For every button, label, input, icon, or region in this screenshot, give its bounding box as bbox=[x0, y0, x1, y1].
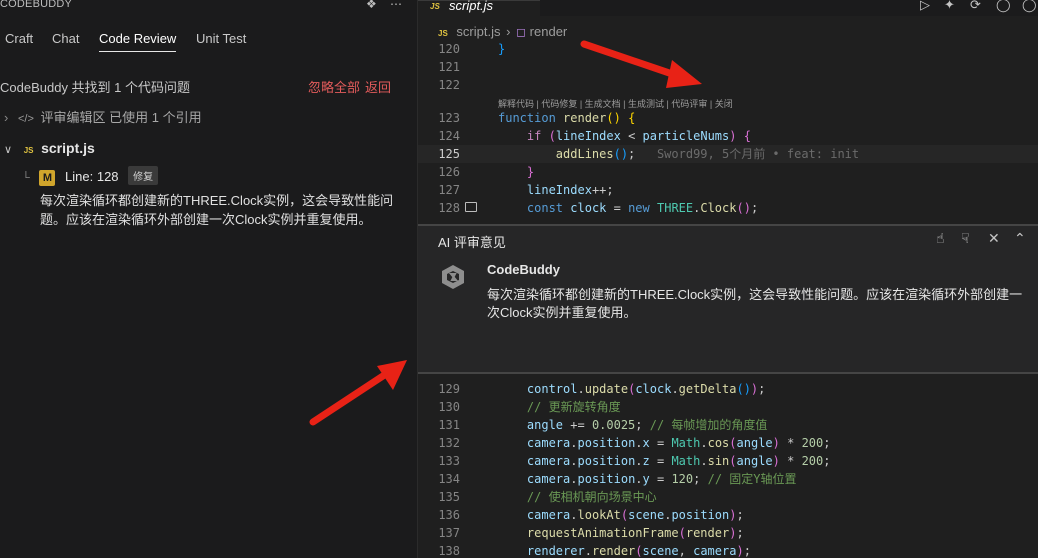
review-title: AI 评审意见 bbox=[438, 235, 506, 250]
annotation-arrow-top bbox=[580, 40, 702, 88]
more-icon[interactable]: ⋯ bbox=[390, 0, 402, 11]
breadcrumb-symbol[interactable]: render bbox=[530, 24, 568, 39]
editor-tab-bar: JS script.js ▷ ✦ ⟳ ◯ ◯ bbox=[418, 0, 1038, 16]
issue-description: 每次渲染循环都创建新的THREE.Clock实例，这会导致性能问题。应该在渲染循… bbox=[40, 193, 394, 227]
codebuddy-icon[interactable]: ✦ bbox=[944, 0, 955, 13]
codelens-actions[interactable]: 解释代码 | 代码修复 | 生成文档 | 生成测试 | 代码评审 | 关闭 bbox=[498, 97, 733, 110]
git-blame: Sword99, 5个月前 • feat: init bbox=[656, 147, 860, 161]
code-line: 121 bbox=[438, 60, 460, 74]
code-line: 123 function render() { bbox=[438, 111, 636, 125]
code-icon: </> bbox=[17, 113, 34, 125]
panel-title: CODEBUDDY bbox=[0, 0, 73, 10]
code-line: 127 lineIndex++; bbox=[438, 183, 614, 197]
code-line: 126 } bbox=[438, 165, 535, 179]
close-icon[interactable]: ✕ bbox=[988, 230, 1000, 247]
file-name: script.js bbox=[41, 140, 95, 156]
tab-bar: Craft Chat Code Review Unit Test bbox=[0, 28, 418, 54]
review-message: 每次渲染循环都创建新的THREE.Clock实例，这会导致性能问题。应该在渲染循… bbox=[487, 287, 1023, 320]
code-line: 129 control.update(clock.getDelta()); bbox=[438, 382, 766, 396]
codebuddy-panel: CODEBUDDY ❖ ⋯ Craft Chat Code Review Uni… bbox=[0, 0, 418, 558]
chevron-down-icon: ∨ bbox=[4, 144, 13, 156]
tab-chat[interactable]: Chat bbox=[52, 28, 79, 52]
ai-review-widget: AI 评审意见 ☝ ☟ ✕ ⌃ CodeBuddy 每次渲染循环都创建新的THR… bbox=[418, 224, 1038, 374]
editor: JS script.js ▷ ✦ ⟳ ◯ ◯ JS script.js › ◻ … bbox=[418, 0, 1038, 558]
compare-icon[interactable]: ◯ bbox=[996, 0, 1011, 13]
split-icon[interactable]: ◯ bbox=[1022, 0, 1037, 13]
tree-branch-icon: └ bbox=[22, 172, 30, 184]
fix-button[interactable]: 修复 bbox=[128, 166, 159, 185]
tab-code-review[interactable]: Code Review bbox=[99, 28, 177, 52]
cube-icon: ◻ bbox=[516, 25, 527, 39]
editor-tab-label: script.js bbox=[449, 0, 494, 13]
code-line: 138 renderer.render(scene, camera); bbox=[438, 544, 751, 558]
reference-row[interactable]: › </> 评审编辑区 已使用 1 个引用 bbox=[4, 107, 202, 126]
code-line: 128 const clock = new THREE.Clock(); bbox=[438, 201, 759, 215]
code-line: 133 camera.position.z = Math.sin(angle) … bbox=[438, 454, 831, 468]
comment-icon[interactable] bbox=[465, 202, 477, 212]
sync-icon[interactable]: ⟳ bbox=[970, 0, 981, 13]
run-icon[interactable]: ▷ bbox=[920, 0, 930, 13]
codebuddy-logo-icon bbox=[442, 265, 464, 289]
severity-badge: M bbox=[39, 170, 56, 186]
reference-label: 评审编辑区 已使用 1 个引用 bbox=[40, 110, 202, 125]
editor-tab-script-js[interactable]: JS script.js bbox=[418, 0, 540, 16]
tab-craft[interactable]: Craft bbox=[5, 28, 33, 52]
code-line: 124 if (lineIndex < particleNums) { bbox=[438, 129, 751, 143]
code-line: 134 camera.position.y = 120; // 固定Y轴位置 bbox=[438, 472, 797, 486]
thumbs-up-icon[interactable]: ☝ bbox=[936, 230, 945, 247]
chevron-right-icon: › bbox=[506, 24, 511, 39]
code-line-current: 125 addLines(); Sword99, 5个月前 • feat: in… bbox=[418, 145, 1038, 163]
code-line: 137 requestAnimationFrame(render); bbox=[438, 526, 744, 540]
file-tree-item[interactable]: ∨ JS script.js bbox=[4, 140, 95, 156]
code-line: 136 camera.lookAt(scene.position); bbox=[438, 508, 744, 522]
chevron-right-icon: › bbox=[4, 110, 9, 125]
js-file-icon: JS bbox=[438, 29, 448, 38]
back-link[interactable]: 返回 bbox=[365, 77, 391, 96]
panel-header: CODEBUDDY ❖ ⋯ bbox=[0, 0, 418, 14]
bot-name: CodeBuddy bbox=[487, 262, 560, 277]
code-line: 135 // 使相机朝向场景中心 bbox=[438, 490, 657, 504]
issue-item[interactable]: └ M Line: 128 修复 bbox=[22, 166, 159, 186]
thumbs-down-icon[interactable]: ☟ bbox=[961, 230, 970, 247]
summary-text: CodeBuddy 共找到 1 个代码问题 bbox=[0, 80, 191, 95]
code-line: 120 } bbox=[438, 42, 506, 56]
breadcrumb-file[interactable]: script.js bbox=[456, 24, 500, 39]
js-file-icon: JS bbox=[23, 146, 34, 155]
ignore-all-link[interactable]: 忽略全部 bbox=[308, 77, 360, 96]
chevron-up-icon[interactable]: ⌃ bbox=[1014, 230, 1026, 247]
annotation-arrow-bottom bbox=[309, 360, 407, 426]
code-line: 132 camera.position.x = Math.cos(angle) … bbox=[438, 436, 831, 450]
code-line: 130 // 更新旋转角度 bbox=[438, 400, 621, 414]
js-file-icon: JS bbox=[430, 2, 440, 11]
issue-line-label: Line: 128 bbox=[65, 169, 119, 184]
plugin-icon[interactable]: ❖ bbox=[366, 0, 377, 11]
code-line: 122 bbox=[438, 78, 460, 92]
tab-unit-test[interactable]: Unit Test bbox=[196, 28, 246, 52]
code-line: 131 angle += 0.0025; // 每帧增加的角度值 bbox=[438, 418, 768, 432]
breadcrumb: JS script.js › ◻ render bbox=[438, 24, 567, 39]
